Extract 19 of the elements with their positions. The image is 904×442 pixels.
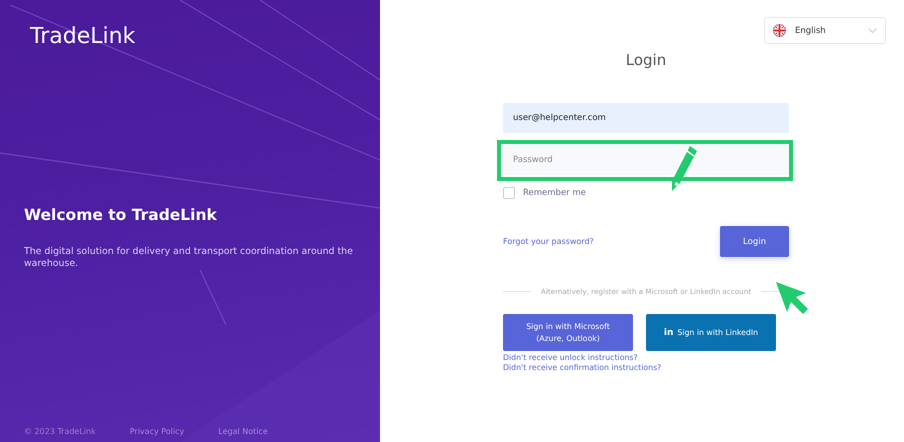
linkedin-icon: in [664,326,674,338]
description: The digital solution for delivery and transport coordination around the warehouse. [24,246,354,270]
footer-link[interactable]: Privacy Policy [130,427,184,436]
remember-label: Remember me [523,188,586,198]
remember-checkbox[interactable] [503,187,515,199]
pencil-icon [671,146,697,192]
welcome-heading: Welcome to TradeLink [24,206,217,224]
forgot-password-link[interactable]: Forgot your password? [503,237,594,246]
cursor-icon [774,280,810,316]
copyright-text: © 2023 TradeLink [24,427,96,436]
language-select[interactable]: English [764,17,886,44]
flag-icon [773,24,786,37]
logo: TradeLink [30,24,136,49]
chevron-down-icon [868,28,877,33]
login-button[interactable]: Login [720,226,789,257]
password-field[interactable]: Password [503,145,789,175]
login-title: Login [626,51,666,69]
email-field[interactable]: user@helpcenter.com [503,103,789,133]
footer-link[interactable]: Legal Notice [218,427,268,436]
